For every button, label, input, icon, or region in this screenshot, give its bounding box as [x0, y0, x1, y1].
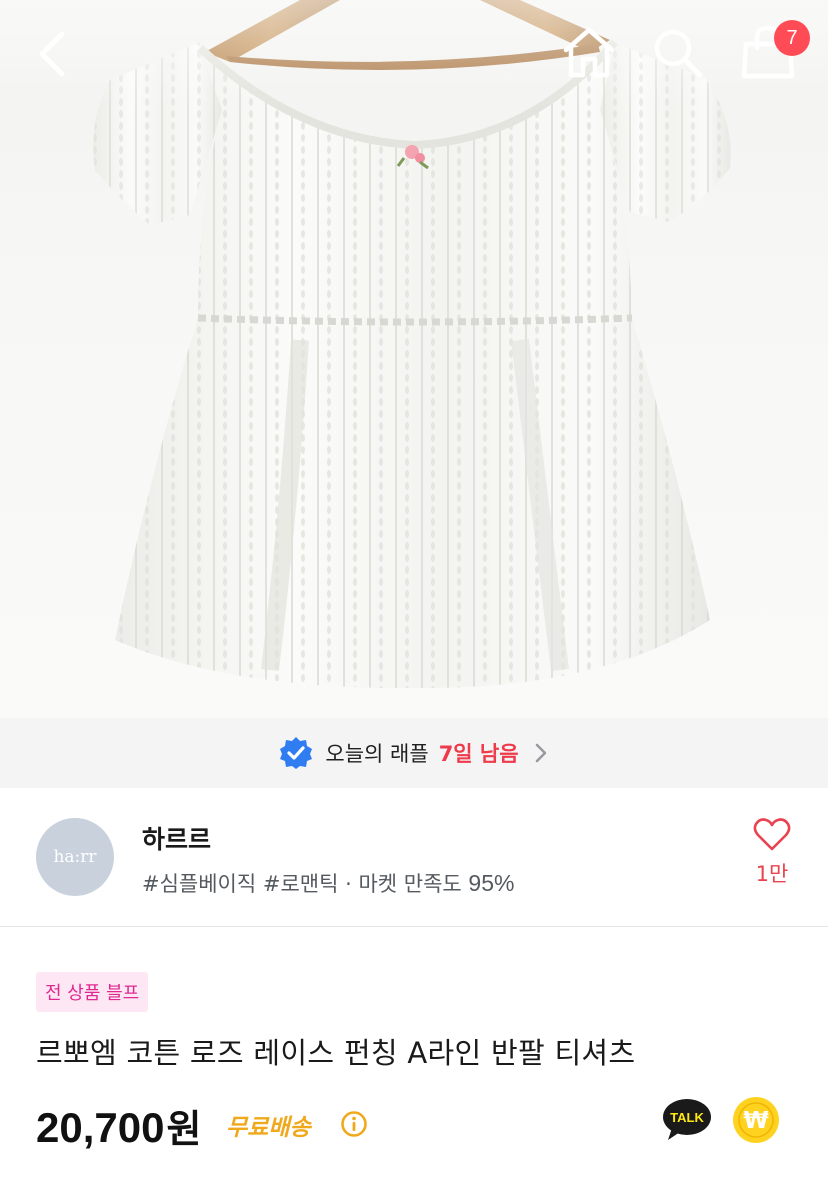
- product-title: 르뽀엠 코튼 로즈 레이스 펀칭 A라인 반팔 티셔츠: [36, 1036, 636, 1070]
- follow-button[interactable]: 1만: [746, 818, 798, 898]
- shop-description: #심플베이직 #로맨틱 · 마켓 만족도 95%: [142, 868, 514, 898]
- chevron-left-icon[interactable]: [28, 28, 76, 80]
- price-unit: 원: [166, 1107, 202, 1151]
- follow-count: 1만: [755, 862, 789, 886]
- home-icon[interactable]: [560, 26, 618, 80]
- product-price: 20,700원: [36, 1098, 201, 1153]
- free-shipping-label: 무료배송: [226, 1115, 311, 1141]
- verified-badge-icon: [280, 737, 313, 769]
- price-number: 20,700: [36, 1104, 165, 1151]
- kakao-talk-button[interactable]: TALK: [662, 1098, 712, 1142]
- pay-button[interactable]: ₩: [732, 1096, 780, 1144]
- heart-icon: [753, 818, 791, 851]
- shop-tags: #심플베이직 #로맨틱 · 마켓 만족도: [142, 872, 469, 896]
- raffle-days-remaining: 7일 남음: [438, 742, 519, 766]
- won-symbol: ₩: [743, 1108, 769, 1134]
- raffle-label: 오늘의 래플: [325, 742, 429, 766]
- promo-tag: 전 상품 블프: [36, 972, 149, 1012]
- chevron-right-icon: [535, 743, 546, 763]
- shop-info-row[interactable]: ha:rr 하르르 #심플베이직 #로맨틱 · 마켓 만족도 95% 1만: [0, 788, 828, 927]
- shop-satisfaction: 95%: [468, 870, 515, 896]
- info-icon[interactable]: [340, 1110, 368, 1138]
- shop-avatar-logo-text: ha:rr: [53, 847, 97, 867]
- shop-name[interactable]: 하르르: [142, 820, 211, 856]
- product-image[interactable]: 7: [0, 0, 828, 718]
- raffle-banner[interactable]: 오늘의 래플 7일 남음: [0, 718, 828, 788]
- cart-count-badge: 7: [774, 20, 810, 56]
- search-icon[interactable]: [650, 26, 706, 80]
- talk-label: TALK: [670, 1110, 704, 1125]
- shop-avatar[interactable]: ha:rr: [36, 818, 114, 896]
